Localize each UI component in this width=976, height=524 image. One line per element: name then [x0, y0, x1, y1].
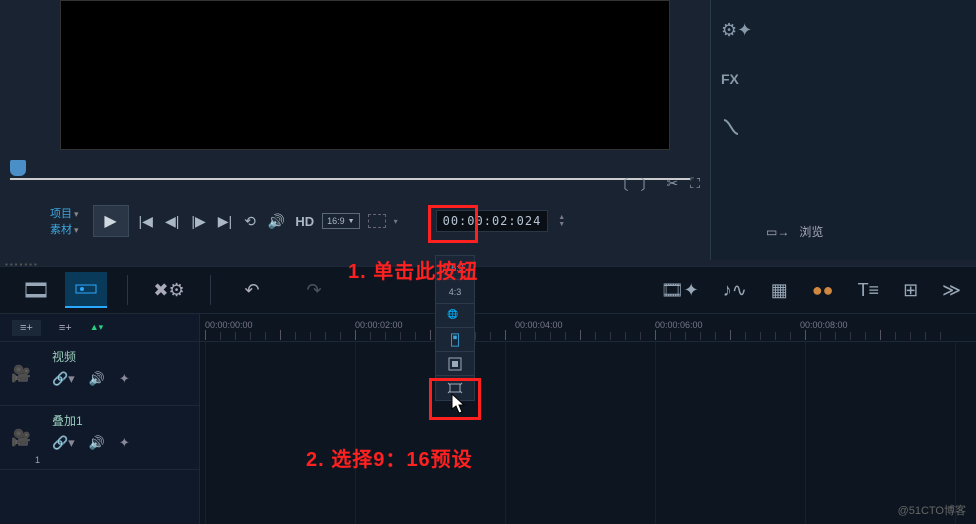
- volume-button[interactable]: 🔊: [266, 213, 287, 230]
- mute-icon[interactable]: 🔊: [89, 435, 105, 451]
- ruler-label: 00:00:04:00: [515, 320, 563, 330]
- hd-label[interactable]: HD: [295, 214, 314, 229]
- title-icon[interactable]: T≡: [858, 280, 880, 301]
- link-icon[interactable]: 🔗▾: [52, 435, 75, 451]
- redo-button[interactable]: ↷: [293, 272, 335, 308]
- aspect-item-1-1[interactable]: [436, 352, 474, 376]
- mark-out-icon[interactable]: 〕: [640, 175, 654, 195]
- track-tab-1[interactable]: ≡+: [12, 320, 41, 336]
- chevron-down-icon: ▼: [348, 218, 355, 225]
- ruler-label: 00:00:06:00: [655, 320, 703, 330]
- scrubber[interactable]: [10, 160, 690, 180]
- track-tabs: ≡+ ≡+ ▲▾: [0, 314, 199, 342]
- aspect-current-label: 16:9: [327, 216, 345, 226]
- track-controls-panel: ≡+ ≡+ ▲▾ 🎥 视频 🔗▾ 🔊 ✦ 🎥1 叠加1 🔗▾ 🔊: [0, 314, 200, 524]
- fx-track-icon[interactable]: ✦: [119, 435, 130, 451]
- text-effect-icon[interactable]: ▦: [771, 280, 788, 301]
- playback-controls: 项目▾ 素材▾ ▶ |◀ ◀| |▶ ▶| ⟲ 🔊 HD 16:9 ▼ ▾ 00…: [50, 205, 565, 237]
- reel-icon[interactable]: 🎞✦: [661, 280, 699, 301]
- audio-icon[interactable]: ♪∿: [723, 280, 747, 301]
- mark-in-icon[interactable]: 〔: [614, 175, 628, 195]
- timeline-grid[interactable]: 00:00:00:00 00:00:02:00 00:00:04:00 00:00:0…: [200, 314, 976, 524]
- watermark: @51CTO博客: [898, 502, 966, 518]
- annotation-step-1: 1. 单击此按钮: [348, 255, 478, 284]
- track-tab-expand[interactable]: ▲▾: [90, 322, 103, 333]
- mute-icon[interactable]: 🔊: [89, 371, 105, 387]
- play-button[interactable]: ▶: [93, 205, 129, 237]
- scrubber-track[interactable]: [10, 178, 690, 180]
- folder-arrow-icon: ▭→: [766, 225, 789, 239]
- fx-track-icon[interactable]: ✦: [119, 371, 130, 387]
- settings-gear-icon[interactable]: ⚙✦: [721, 20, 752, 41]
- mode-labels[interactable]: 项目▾ 素材▾: [50, 205, 79, 237]
- overlay-track-name: 叠加1: [52, 412, 189, 429]
- aspect-item-custom[interactable]: [436, 376, 474, 400]
- timecode-spinner[interactable]: ▲▼: [558, 214, 565, 228]
- link-icon[interactable]: 🔗▾: [52, 371, 75, 387]
- blend-icon[interactable]: ●●: [812, 280, 834, 301]
- fx-button[interactable]: FX: [721, 71, 752, 87]
- browse-button[interactable]: ▭→ 浏览: [766, 223, 823, 240]
- timeline-ruler[interactable]: 00:00:00:00 00:00:02:00 00:00:04:00 00:00:0…: [200, 314, 976, 342]
- grid-icon[interactable]: ⊞: [903, 280, 918, 301]
- track-tab-2[interactable]: ≡+: [51, 320, 80, 336]
- annotation-step-2: 2. 选择9：16预设: [306, 443, 473, 472]
- curve-icon[interactable]: [721, 117, 752, 142]
- aspect-ratio-button[interactable]: 16:9 ▼: [322, 213, 359, 229]
- mode-project-label[interactable]: 项目: [50, 208, 72, 220]
- track-video: 🎥 视频 🔗▾ 🔊 ✦: [0, 342, 199, 406]
- loop-button[interactable]: ⟲: [242, 213, 258, 230]
- tools-button[interactable]: ✖⚙: [148, 272, 190, 308]
- storyboard-view-button[interactable]: [15, 272, 57, 308]
- ruler-label: 00:00:08:00: [800, 320, 848, 330]
- video-track-name: 视频: [52, 348, 189, 365]
- fullscreen-icon[interactable]: ⛶: [690, 175, 700, 195]
- browse-label: 浏览: [799, 223, 823, 240]
- overlay-track-icon[interactable]: 🎥1: [0, 406, 42, 469]
- mode-clip-label[interactable]: 素材: [50, 224, 72, 236]
- timeline: ≡+ ≡+ ▲▾ 🎥 视频 🔗▾ 🔊 ✦ 🎥1 叠加1 🔗▾ 🔊: [0, 314, 976, 524]
- aspect-item-9-16[interactable]: [436, 328, 474, 352]
- go-end-button[interactable]: ▶|: [216, 213, 234, 230]
- prev-frame-button[interactable]: ◀|: [163, 213, 181, 230]
- video-preview[interactable]: [60, 0, 670, 150]
- undo-button[interactable]: ↶: [231, 272, 273, 308]
- timecode-display[interactable]: 00:00:02:024: [436, 210, 549, 232]
- next-frame-button[interactable]: |▶: [189, 213, 207, 230]
- cut-icon[interactable]: ✂: [666, 175, 678, 195]
- timeline-view-button[interactable]: [65, 272, 107, 308]
- scrubber-playhead[interactable]: [10, 160, 26, 176]
- safe-zone-button[interactable]: [368, 214, 386, 228]
- track-overlay-1: 🎥1 叠加1 🔗▾ 🔊 ✦: [0, 406, 199, 470]
- ruler-label: 00:00:00:00: [205, 320, 253, 330]
- main-toolbar: ✖⚙ ↶ ↷ 🎞✦ ♪∿ ▦ ●● T≡ ⊞ ≫: [0, 266, 976, 314]
- go-start-button[interactable]: |◀: [137, 213, 155, 230]
- preview-panel: 〔 〕 ✂ ⛶ 项目▾ 素材▾ ▶ |◀ ◀| |▶ ▶| ⟲ 🔊 HD 16:…: [0, 0, 710, 260]
- video-track-icon[interactable]: 🎥: [0, 342, 42, 405]
- preview-tools: 〔 〕 ✂ ⛶: [614, 175, 700, 195]
- ruler-label: 00:00:02:00: [355, 320, 403, 330]
- aspect-item-globe[interactable]: 🌐: [436, 304, 474, 328]
- fx-out-icon[interactable]: ≫: [942, 280, 961, 301]
- side-panel: ⚙✦ FX ▭→ 浏览: [710, 0, 976, 260]
